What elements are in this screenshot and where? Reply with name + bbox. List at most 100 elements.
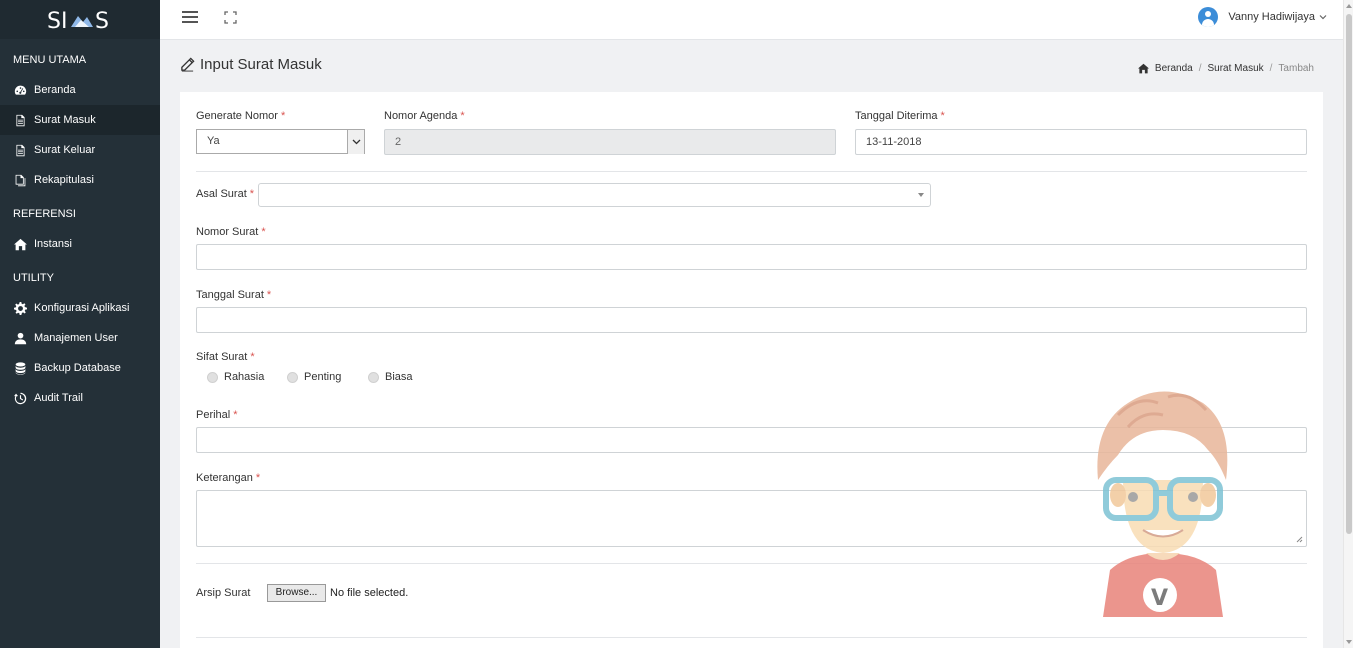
breadcrumb-current: Tambah: [1278, 63, 1314, 74]
logo-icon: SI S: [47, 9, 109, 33]
sidebar-item-manajemen-user[interactable]: Manajemen User: [0, 323, 160, 353]
breadcrumb-separator: /: [1198, 63, 1202, 74]
nomor-agenda-label-text: Nomor Agenda: [384, 110, 458, 122]
sidebar-item-label: Surat Masuk: [34, 114, 96, 126]
sidebar-item-label: Manajemen User: [34, 332, 118, 344]
mascot-watermark-image: V: [1097, 391, 1228, 617]
app-logo[interactable]: SI S: [0, 0, 160, 39]
breadcrumb-separator: /: [1269, 63, 1273, 74]
scroll-down-icon[interactable]: [1346, 640, 1352, 644]
divider: [196, 171, 1307, 172]
radio-biasa[interactable]: Biasa: [368, 371, 413, 383]
tanggal-surat-field[interactable]: [196, 307, 1307, 333]
keterangan-label: Keterangan *: [196, 472, 260, 484]
tanggal-surat-label: Tanggal Surat *: [196, 289, 271, 301]
sidebar-item-backup-database[interactable]: Backup Database: [0, 353, 160, 383]
required-mark: *: [261, 226, 266, 238]
scrollbar-thumb[interactable]: [1346, 14, 1352, 534]
fullscreen-icon[interactable]: [224, 11, 237, 24]
radio-dot[interactable]: [368, 371, 379, 383]
breadcrumb-surat-masuk[interactable]: Surat Masuk: [1208, 63, 1264, 74]
sidebar-item-label: Instansi: [34, 238, 72, 250]
radio-label: Biasa: [385, 371, 413, 383]
user-menu[interactable]: Vanny Hadiwijaya: [1198, 7, 1327, 27]
required-mark: *: [940, 110, 945, 122]
svg-text:V: V: [1151, 586, 1168, 611]
tanggal-diterima-label-text: Tanggal Diterima: [855, 110, 938, 122]
resize-handle-icon[interactable]: [1296, 536, 1303, 543]
sidebar-item-label: Konfigurasi Aplikasi: [34, 302, 130, 314]
topbar: Vanny Hadiwijaya: [160, 0, 1343, 40]
dashboard-icon: [13, 83, 27, 97]
section-utility: UTILITY: [13, 272, 54, 284]
sidebar-item-surat-keluar[interactable]: Surat Keluar: [0, 135, 160, 165]
document-icon: [13, 113, 27, 127]
sidebar-item-label: Surat Keluar: [34, 144, 96, 156]
tanggal-surat-label-text: Tanggal Surat: [196, 289, 264, 301]
breadcrumb: Beranda / Surat Masuk / Tambah: [1137, 63, 1314, 74]
document-icon: [13, 143, 27, 157]
section-menu-utama: MENU UTAMA: [13, 54, 87, 66]
home-icon: [1137, 63, 1149, 74]
sidebar-item-label: Beranda: [34, 84, 76, 96]
sidebar-item-instansi[interactable]: Instansi: [0, 229, 160, 259]
browse-button[interactable]: Browse...: [267, 584, 326, 602]
sidebar-item-audit-trail[interactable]: Audit Trail: [0, 383, 160, 413]
sidebar-item-rekapitulasi[interactable]: Rekapitulasi: [0, 165, 160, 195]
required-mark: *: [266, 289, 272, 301]
radio-penting[interactable]: Penting: [287, 371, 341, 383]
asal-surat-label: Asal Surat *: [196, 188, 254, 200]
generate-nomor-label-text: Generate Nomor: [196, 110, 278, 122]
vertical-scrollbar[interactable]: [1343, 0, 1353, 648]
tanggal-diterima-field[interactable]: 13-11-2018: [855, 129, 1307, 155]
sidebar-item-label: Backup Database: [34, 362, 121, 374]
radio-rahasia[interactable]: Rahasia: [207, 371, 264, 383]
sifat-surat-label-text: Sifat Surat: [196, 351, 248, 363]
sidebar-item-surat-masuk[interactable]: Surat Masuk: [0, 105, 160, 135]
generate-nomor-select[interactable]: Ya: [196, 129, 365, 154]
svg-text:SI: SI: [47, 9, 67, 33]
perihal-label-text: Perihal: [196, 409, 231, 421]
pencil-icon: [181, 57, 195, 72]
file-status: No file selected.: [330, 587, 409, 599]
database-icon: [13, 361, 27, 375]
required-mark: *: [249, 188, 255, 200]
radio-dot[interactable]: [287, 371, 298, 383]
avatar: [1198, 7, 1219, 27]
divider: [196, 637, 1307, 638]
required-mark: *: [255, 472, 261, 484]
radio-dot[interactable]: [207, 371, 218, 383]
asal-surat-select[interactable]: [258, 183, 931, 207]
chevron-down-icon: [1319, 15, 1327, 20]
sifat-surat-label: Sifat Surat *: [196, 351, 255, 363]
user-name: Vanny Hadiwijaya: [1228, 11, 1315, 23]
nomor-surat-field[interactable]: [196, 244, 1307, 270]
nomor-agenda-label: Nomor Agenda *: [384, 110, 465, 122]
breadcrumb-beranda[interactable]: Beranda: [1155, 63, 1193, 74]
section-referensi: REFERENSI: [13, 208, 76, 220]
asal-surat-label-text: Asal Surat: [196, 188, 247, 200]
scroll-up-icon[interactable]: [1346, 4, 1352, 8]
sidebar-item-beranda[interactable]: Beranda: [0, 75, 160, 105]
radio-label: Rahasia: [224, 371, 265, 383]
required-mark: *: [460, 110, 465, 122]
chevron-down-icon: [347, 130, 364, 154]
radio-label: Penting: [304, 371, 342, 383]
keterangan-label-text: Keterangan: [196, 472, 253, 484]
caret-down-icon: [918, 193, 924, 197]
menu-toggle-icon[interactable]: [182, 11, 198, 25]
copy-icon: [13, 173, 27, 187]
generate-nomor-value: Ya: [207, 135, 220, 147]
home-icon: [13, 237, 27, 251]
gear-icon: [13, 301, 27, 315]
sidebar-item-konfigurasi-aplikasi[interactable]: Konfigurasi Aplikasi: [0, 293, 160, 323]
page-title: Input Surat Masuk: [180, 56, 322, 73]
page-title-text: Input Surat Masuk: [200, 56, 322, 73]
sidebar-item-label: Rekapitulasi: [34, 174, 94, 186]
required-mark: *: [233, 409, 238, 421]
sidebar: SI S MENU UTAMA Beranda Surat Masuk Sura…: [0, 0, 160, 648]
generate-nomor-label: Generate Nomor *: [196, 110, 285, 122]
svg-text:S: S: [95, 9, 109, 33]
nomor-agenda-field: 2: [384, 129, 836, 155]
required-mark: *: [250, 351, 255, 363]
